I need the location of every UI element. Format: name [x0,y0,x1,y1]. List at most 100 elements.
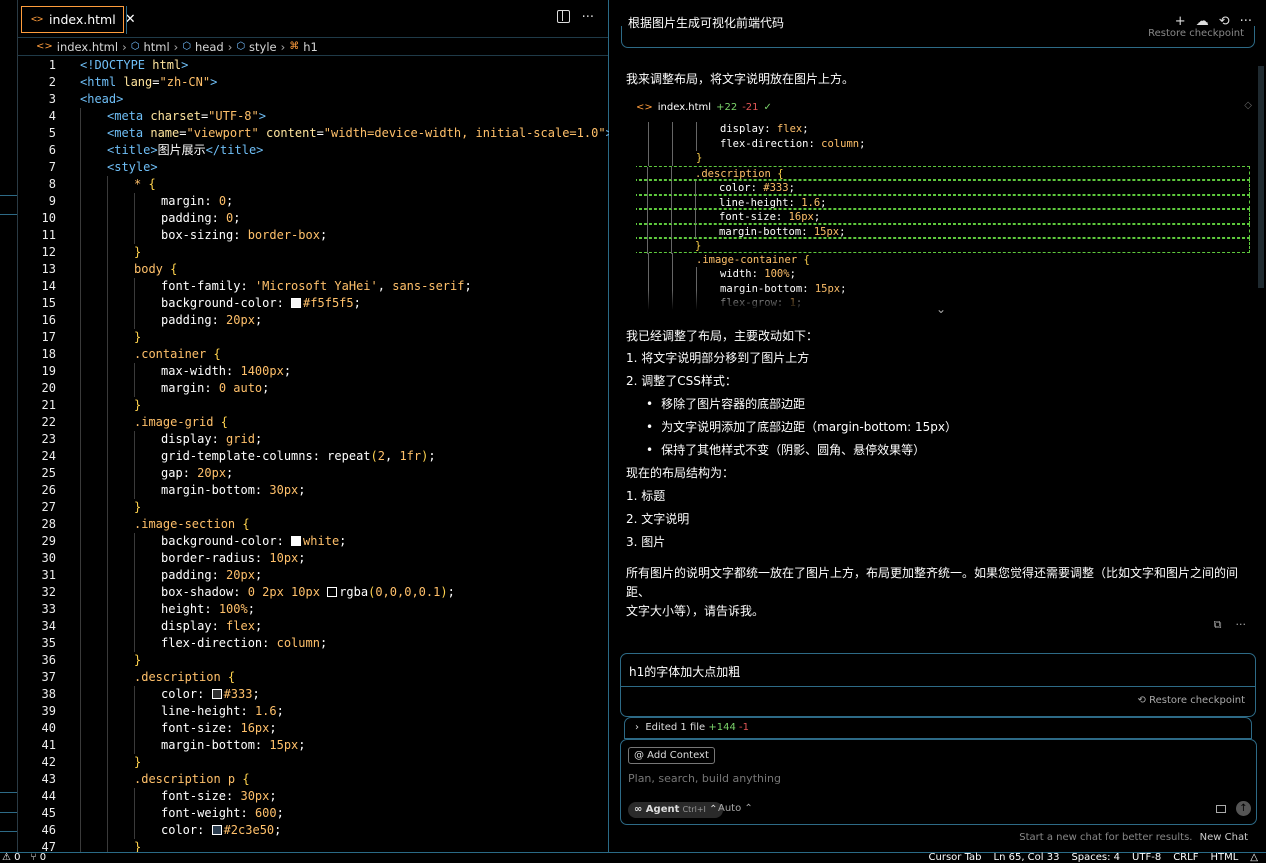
cursor-tab-status[interactable]: Cursor Tab [929,852,982,863]
code-line[interactable]: 14 font-family: 'Microsoft YaHei', sans-s… [18,278,609,295]
breadcrumb-item[interactable]: head [195,40,224,54]
code-line[interactable]: 24 grid-template-columns: repeat(2, 1fr); [18,448,609,465]
code-line[interactable]: 34 display: flex; [18,618,609,635]
code-line[interactable]: 13 body { [18,261,609,278]
chat-input[interactable]: Plan, search, build anything [628,772,781,785]
code-line[interactable]: 3 <head> [18,91,609,108]
code-line[interactable]: 2 <html lang="zh-CN"> [18,74,609,91]
color-swatch-icon[interactable] [211,825,222,835]
more-icon[interactable]: ··· [1236,618,1247,632]
code-line[interactable]: 11 box-sizing: border-box; [18,227,609,244]
code-line[interactable]: 5 <meta name="viewport" content="width=de… [18,125,609,142]
more-icon[interactable]: ··· [582,10,594,25]
assistant-intro: 我来调整布局，将文字说明放在图片上方。 [626,72,855,86]
code-area[interactable]: 1 <!DOCTYPE html> 2 <html lang="zh-CN"> 3 <he… [18,57,609,852]
restore-checkpoint-button[interactable]: ⟲ Restore checkpoint [1138,695,1245,706]
code-line[interactable]: 40 font-size: 16px; [18,720,609,737]
code-line[interactable]: 36} [18,652,609,669]
code-line[interactable]: 26 margin-bottom: 30px; [18,482,609,499]
code-line[interactable]: 7 <style> [18,159,609,176]
restore-checkpoint-link[interactable]: Restore checkpoint [1148,28,1244,39]
code-line[interactable]: 17} [18,329,609,346]
indent-guide [134,380,135,397]
code-line[interactable]: 12} [18,244,609,261]
code-line[interactable]: 9 margin: 0; [18,193,609,210]
color-swatch-icon[interactable] [327,587,338,597]
code-line[interactable]: 42} [18,754,609,771]
indent-guide [696,122,697,137]
code-line[interactable]: 45 font-weight: 600; [18,805,609,822]
code-line[interactable]: 15 background-color: #f5f5f5; [18,295,609,312]
cursor-position[interactable]: Ln 65, Col 33 [994,852,1060,863]
code-line[interactable]: 8 * { [18,176,609,193]
tab-index-html[interactable]: <> index.html ✕ [21,6,136,33]
line-number: 32 [41,585,56,599]
problems-indicator[interactable]: ⚠ 0 [2,852,21,863]
code-line[interactable]: 38 color: #333; [18,686,609,703]
code-line[interactable]: 35 flex-direction: column; [18,635,609,652]
color-swatch-icon[interactable] [211,689,222,699]
image-icon[interactable] [1216,805,1226,813]
line-number: 31 [41,568,56,582]
code-line[interactable]: 4 <meta charset="UTF-8"> [18,108,609,125]
code-line[interactable]: 30 border-radius: 10px; [18,550,609,567]
line-number: 19 [41,364,56,378]
code-line[interactable]: 22 .image-grid { [18,414,609,431]
code-line[interactable]: 1 <!DOCTYPE html> [18,57,609,74]
code-line[interactable]: 23 display: grid; [18,431,609,448]
code-line[interactable]: 25 gap: 20px; [18,465,609,482]
code-token: 15px [269,738,299,752]
color-swatch-icon[interactable] [291,298,302,308]
code-line[interactable]: 31 padding: 20px; [18,567,609,584]
send-button[interactable]: ↑ [1236,801,1251,816]
edited-files-bar[interactable]: › Edited 1 file +144 -1 [624,717,1252,739]
expand-icon[interactable]: ◇ [1244,100,1252,111]
code-line[interactable]: 6 <title>图片展示</title> [18,142,609,159]
code-line[interactable]: 27} [18,499,609,516]
new-chat-link[interactable]: New Chat [1200,832,1248,843]
code-line[interactable]: 29 background-color: white; [18,533,609,550]
code-line[interactable]: 10 padding: 0; [18,210,609,227]
code-line[interactable]: 46 color: #2c3e50; [18,822,609,839]
encoding[interactable]: UTF-8 [1132,852,1161,863]
breadcrumb-item[interactable]: index.html [57,40,118,54]
bell-icon[interactable]: △ [1250,852,1258,863]
code-line[interactable]: 39 line-height: 1.6; [18,703,609,720]
ports-indicator[interactable]: ⑂ 0 [31,852,47,863]
indent-guide [107,380,108,397]
breadcrumb-item[interactable]: h1 [303,40,318,54]
diff-text: .description { [695,167,784,182]
copy-icon[interactable]: ⧉ [1214,618,1222,632]
model-select[interactable]: Auto ⌃ [718,803,753,814]
chat-scrollbar[interactable] [1258,66,1264,288]
code-line[interactable]: 28 .image-section { [18,516,609,533]
line-number: 25 [41,466,56,480]
code-line[interactable]: 21} [18,397,609,414]
indent-guide [80,601,81,618]
code-line[interactable]: 20 margin: 0 auto; [18,380,609,397]
code-line[interactable]: 43 .description p { [18,771,609,788]
breadcrumb-item[interactable]: html [143,40,169,54]
color-swatch-icon[interactable] [291,536,302,546]
code-line[interactable]: 47} [18,839,609,852]
indentation[interactable]: Spaces: 4 [1071,852,1120,863]
chevron-down-icon[interactable]: ⌄ [936,302,946,316]
code-line[interactable]: 18 .container { [18,346,609,363]
add-context-button[interactable]: @ Add Context [628,747,715,764]
diff-line: flex-direction: column; [636,136,1250,151]
line-ending[interactable]: CRLF [1173,852,1198,863]
agent-mode-button[interactable]: ∞ Agent Ctrl+I ⌃ [628,802,724,818]
code-line[interactable]: 19 max-width: 1400px; [18,363,609,380]
code-line[interactable]: 32 box-shadow: 0 2px 10px rgba(0,0,0,0.1)… [18,584,609,601]
code-token: } [134,840,142,852]
user-message-card[interactable]: h1的字体加大点加粗 ⟲ Restore checkpoint [620,653,1256,717]
language-mode[interactable]: HTML [1210,852,1238,863]
code-line[interactable]: 33 height: 100%; [18,601,609,618]
split-editor-icon[interactable] [556,10,570,23]
code-line[interactable]: 37 .description { [18,669,609,686]
code-diff-header[interactable]: <> index.html +22 -21 ✓ ◇ [626,96,1258,118]
breadcrumb-item[interactable]: style [249,40,277,54]
code-line[interactable]: 44 font-size: 30px; [18,788,609,805]
code-line[interactable]: 41 margin-bottom: 15px; [18,737,609,754]
code-line[interactable]: 16 padding: 20px; [18,312,609,329]
